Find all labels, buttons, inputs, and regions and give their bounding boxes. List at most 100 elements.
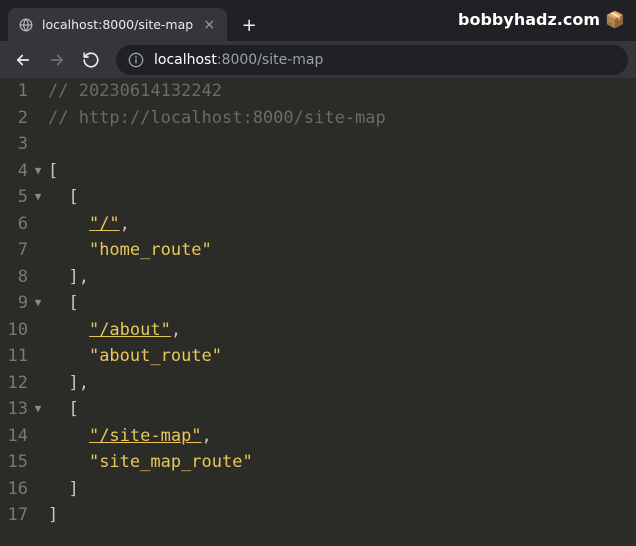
code-line: [ — [48, 184, 636, 211]
code-row: 13 ▼ [ — [0, 396, 636, 423]
fold-gutter — [28, 78, 48, 105]
token-punct: [ — [68, 399, 78, 419]
code-line: "/site-map", — [48, 423, 636, 450]
fold-gutter — [28, 131, 48, 158]
fold-gutter — [28, 370, 48, 397]
token-punct: [ — [68, 293, 78, 313]
code-row: 6 "/", — [0, 211, 636, 238]
code-line: "site_map_route" — [48, 449, 636, 476]
line-number: 15 — [0, 449, 28, 476]
code-row: 9 ▼ [ — [0, 290, 636, 317]
token-punct: , — [202, 426, 212, 446]
line-number: 8 — [0, 264, 28, 291]
code-row: 1 // 20230614132242 — [0, 78, 636, 105]
code-row: 5 ▼ [ — [0, 184, 636, 211]
back-button[interactable] — [8, 45, 38, 75]
code-line: // http://localhost:8000/site-map — [48, 105, 636, 132]
line-number: 12 — [0, 370, 28, 397]
token-punct: [ — [48, 161, 58, 181]
code-row: 3 — [0, 131, 636, 158]
site-info-icon[interactable] — [128, 52, 144, 68]
cube-icon: 📦 — [606, 11, 624, 29]
code-table: 1 // 20230614132242 2 // http://localhost:8… — [0, 78, 636, 529]
line-number: 13 — [0, 396, 28, 423]
line-number: 3 — [0, 131, 28, 158]
code-line: ] — [48, 476, 636, 503]
code-row: 7 "home_route" — [0, 237, 636, 264]
line-number: 10 — [0, 317, 28, 344]
fold-toggle-icon[interactable]: ▼ — [35, 396, 42, 423]
line-number: 1 — [0, 78, 28, 105]
code-row: 2 // http://localhost:8000/site-map — [0, 105, 636, 132]
token-comment: // http://localhost:8000/site-map — [48, 108, 386, 128]
fold-gutter — [28, 423, 48, 450]
code-line: [ — [48, 290, 636, 317]
code-line: "/", — [48, 211, 636, 238]
fold-gutter — [28, 502, 48, 529]
fold-toggle-icon[interactable]: ▼ — [35, 184, 42, 211]
line-number: 9 — [0, 290, 28, 317]
token-punct: ] — [68, 373, 78, 393]
brand-watermark: bobbyhadz.com 📦 — [458, 10, 624, 29]
code-row: 8 ], — [0, 264, 636, 291]
code-row: 4 ▼ [ — [0, 158, 636, 185]
code-row: 17] — [0, 502, 636, 529]
line-number: 11 — [0, 343, 28, 370]
url-path: /site-map — [257, 52, 323, 68]
address-bar[interactable]: localhost:8000/site-map — [116, 45, 628, 75]
token-punct: , — [171, 320, 181, 340]
fold-gutter: ▼ — [28, 184, 48, 211]
url-port: :8000 — [217, 52, 257, 68]
json-url-link[interactable]: "/about" — [89, 320, 171, 340]
tab-title: localhost:8000/site-map — [42, 17, 193, 32]
line-number: 6 — [0, 211, 28, 238]
code-line: [ — [48, 396, 636, 423]
token-punct: , — [79, 373, 89, 393]
json-url-link[interactable]: "/site-map" — [89, 426, 202, 446]
code-line: // 20230614132242 — [48, 78, 636, 105]
token-str: "about_route" — [89, 346, 222, 366]
token-punct: ] — [68, 267, 78, 287]
new-tab-button[interactable]: + — [235, 11, 263, 39]
fold-gutter — [28, 343, 48, 370]
line-number: 4 — [0, 158, 28, 185]
token-punct: , — [120, 214, 130, 234]
code-line: [ — [48, 158, 636, 185]
token-str: "site_map_route" — [89, 452, 253, 472]
fold-gutter — [28, 476, 48, 503]
fold-gutter: ▼ — [28, 396, 48, 423]
globe-icon — [18, 17, 34, 33]
fold-gutter — [28, 264, 48, 291]
line-number: 2 — [0, 105, 28, 132]
fold-gutter — [28, 105, 48, 132]
code-row: 11 "about_route" — [0, 343, 636, 370]
line-number: 14 — [0, 423, 28, 450]
code-row: 14 "/site-map", — [0, 423, 636, 450]
token-str: "home_route" — [89, 240, 212, 260]
fold-gutter — [28, 237, 48, 264]
token-punct: [ — [68, 187, 78, 207]
fold-gutter — [28, 317, 48, 344]
browser-tab[interactable]: localhost:8000/site-map × — [8, 8, 227, 41]
line-number: 17 — [0, 502, 28, 529]
code-line: "home_route" — [48, 237, 636, 264]
code-line: ] — [48, 502, 636, 529]
fold-toggle-icon[interactable]: ▼ — [35, 290, 42, 317]
url-display: localhost:8000/site-map — [154, 52, 323, 68]
url-host: localhost — [154, 52, 217, 68]
close-icon[interactable]: × — [201, 17, 217, 33]
forward-button[interactable] — [42, 45, 72, 75]
code-line: "/about", — [48, 317, 636, 344]
fold-toggle-icon[interactable]: ▼ — [35, 158, 42, 185]
code-row: 15 "site_map_route" — [0, 449, 636, 476]
code-line — [48, 131, 636, 158]
line-number: 5 — [0, 184, 28, 211]
code-line: "about_route" — [48, 343, 636, 370]
token-punct: ] — [48, 505, 58, 525]
brand-text: bobbyhadz.com — [458, 10, 600, 29]
code-row: 16 ] — [0, 476, 636, 503]
tab-strip: localhost:8000/site-map × + bobbyhadz.co… — [0, 0, 636, 41]
reload-button[interactable] — [76, 45, 106, 75]
json-url-link[interactable]: "/" — [89, 214, 120, 234]
line-number: 7 — [0, 237, 28, 264]
